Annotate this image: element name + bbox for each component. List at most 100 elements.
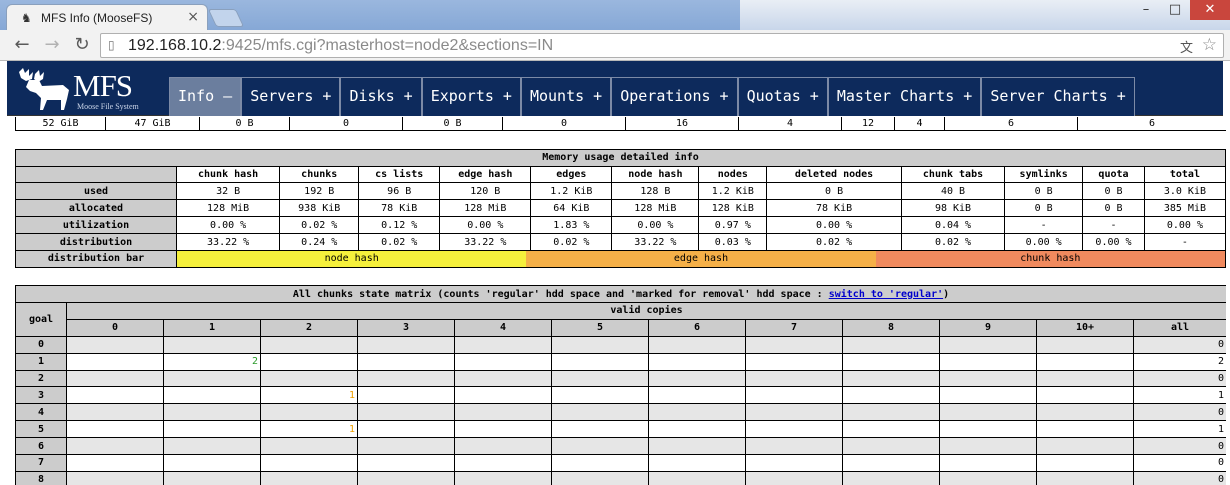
table-cell: 52 GiB: [15, 117, 106, 131]
distribution-bar-cell: node hash edge hash chunk hash: [175, 249, 1226, 268]
matrix-cell: [1036, 369, 1134, 388]
memory-header-row: chunk hash chunks cs lists edge hash edg…: [15, 165, 1226, 184]
nav-tab-exports[interactable]: Exports +: [421, 77, 521, 116]
nav-tab-master-charts[interactable]: Master Charts +: [827, 77, 982, 116]
matrix-cell: 2: [163, 352, 261, 371]
nav-tab-server-charts[interactable]: Server Charts +: [981, 77, 1135, 116]
column-header: node hash: [611, 165, 700, 184]
column-header: 8: [842, 318, 940, 337]
column-header: edge hash: [439, 165, 532, 184]
matrix-cell: [260, 437, 358, 456]
matrix-cell: 1: [260, 386, 358, 405]
nav-tab-quotas[interactable]: Quotas +: [737, 77, 828, 116]
matrix-cell: [357, 369, 455, 388]
table-row: 5 1 1: [15, 420, 1226, 439]
matrix-cell: [745, 369, 843, 388]
matrix-cell: [454, 369, 552, 388]
matrix-cell: [1036, 386, 1134, 405]
table-cell: 0.02 %: [279, 216, 360, 235]
table-row: 40: [15, 403, 1226, 422]
browser-tab[interactable]: ♞ MFS Info (MooseFS) ×: [6, 4, 208, 31]
matrix-cell: [1036, 437, 1134, 456]
column-header: 3: [357, 318, 455, 337]
goal-row-label: 1: [15, 352, 67, 371]
matrix-cell: [66, 386, 164, 405]
matrix-cell: [842, 352, 940, 371]
general-info-table-fragment: 52 GiB 47 GiB 0 B 0 0 B 0 16 4 12 4 6 6: [15, 117, 1226, 131]
forward-arrow-icon[interactable]: →: [40, 34, 64, 56]
switch-to-regular-link[interactable]: switch to 'regular': [829, 289, 943, 300]
close-window-button[interactable]: ✕: [1190, 0, 1230, 20]
nav-tab-info[interactable]: Info –: [169, 77, 242, 116]
table-cell: 0.24 %: [279, 233, 360, 251]
matrix-cell: [357, 403, 455, 422]
table-cell: -: [1082, 216, 1145, 235]
column-header: total: [1143, 165, 1226, 184]
column-header: all: [1132, 318, 1226, 337]
matrix-cell: [939, 335, 1037, 354]
goal-row-label: 0: [15, 335, 67, 354]
matrix-cell: 0: [1132, 437, 1226, 456]
matrix-cell: [454, 335, 552, 354]
new-tab-button[interactable]: [207, 9, 245, 27]
column-header: 2: [260, 318, 358, 337]
memory-row-used: used 32 B 192 B 96 B 120 B 1.2 KiB 128 B…: [15, 182, 1226, 201]
matrix-cell: [66, 403, 164, 422]
translate-icon[interactable]: 文: [1180, 37, 1193, 56]
bookmark-star-icon[interactable]: ☆: [1202, 35, 1217, 55]
reload-icon[interactable]: ↻: [70, 34, 94, 56]
matrix-cell: [66, 369, 164, 388]
matrix-cell: [454, 470, 552, 485]
column-header: 7: [745, 318, 843, 337]
column-header: quota: [1082, 165, 1145, 184]
matrix-cell: [454, 403, 552, 422]
matrix-cell: 0: [1132, 403, 1226, 422]
matrix-cell: [648, 386, 746, 405]
address-bar[interactable]: ▯ 192.168.10.2:9425/mfs.cgi?masterhost=n…: [100, 33, 1224, 58]
table-cell: 0.02 %: [900, 233, 1006, 251]
table-cell: 0.02 %: [530, 233, 613, 251]
table-cell: 385 MiB: [1143, 199, 1226, 218]
table-cell: 0.04 %: [900, 216, 1006, 235]
back-arrow-icon[interactable]: ←: [10, 34, 34, 56]
tab-close-icon[interactable]: ×: [187, 9, 199, 25]
matrix-cell: [260, 369, 358, 388]
mfs-nav: Info – Servers + Disks + Exports + Mount…: [169, 77, 1135, 116]
matrix-cell: [1036, 470, 1134, 485]
matrix-cell: [1036, 352, 1134, 371]
matrix-cell: [357, 335, 455, 354]
matrix-cell: [842, 437, 940, 456]
matrix-body: 001222031140511607080: [15, 335, 1226, 485]
table-cell: 64 KiB: [530, 199, 613, 218]
table-cell: 0.00 %: [1082, 233, 1145, 251]
moose-favicon-icon: ♞: [21, 11, 32, 25]
matrix-cell: [357, 420, 455, 439]
table-cell: 4: [894, 117, 945, 131]
nav-tab-servers[interactable]: Servers +: [241, 77, 341, 116]
table-cell: 0 B: [1082, 199, 1145, 218]
matrix-cell: [66, 470, 164, 485]
copies-header-row: 0 1 2 3 4 5 6 7 8 9 10+ all: [16, 318, 1226, 337]
distribution-bar-row: distribution bar node hash edge hash chu…: [15, 249, 1226, 268]
minimize-window-button[interactable]: –: [1132, 0, 1160, 20]
address-url[interactable]: 192.168.10.2:9425/mfs.cgi?masterhost=nod…: [128, 37, 553, 55]
matrix-cell: [66, 437, 164, 456]
table-cell: 0.00 %: [611, 216, 700, 235]
nav-tab-mounts[interactable]: Mounts +: [520, 77, 612, 116]
matrix-cell: 0: [1132, 470, 1226, 485]
goal-row-label: 6: [15, 437, 67, 456]
page-content: 52 GiB 47 GiB 0 B 0 0 B 0 16 4 12 4 6 6 …: [15, 117, 1226, 485]
goal-row-label: 2: [15, 369, 67, 388]
matrix-cell: [551, 437, 649, 456]
table-cell: 6: [944, 117, 1078, 131]
table-cell: 0 B: [1082, 182, 1145, 201]
maximize-window-button[interactable]: □: [1161, 0, 1189, 20]
matrix-cell: [357, 470, 455, 485]
matrix-cell: [163, 369, 261, 388]
memory-corner-cell: [15, 165, 177, 184]
nav-tab-disks[interactable]: Disks +: [340, 77, 422, 116]
mfs-logo: MFS Moose File System: [17, 66, 167, 112]
nav-tab-operations[interactable]: Operations +: [611, 77, 738, 116]
goal-row-label: 3: [15, 386, 67, 405]
table-cell: -: [1004, 216, 1084, 235]
